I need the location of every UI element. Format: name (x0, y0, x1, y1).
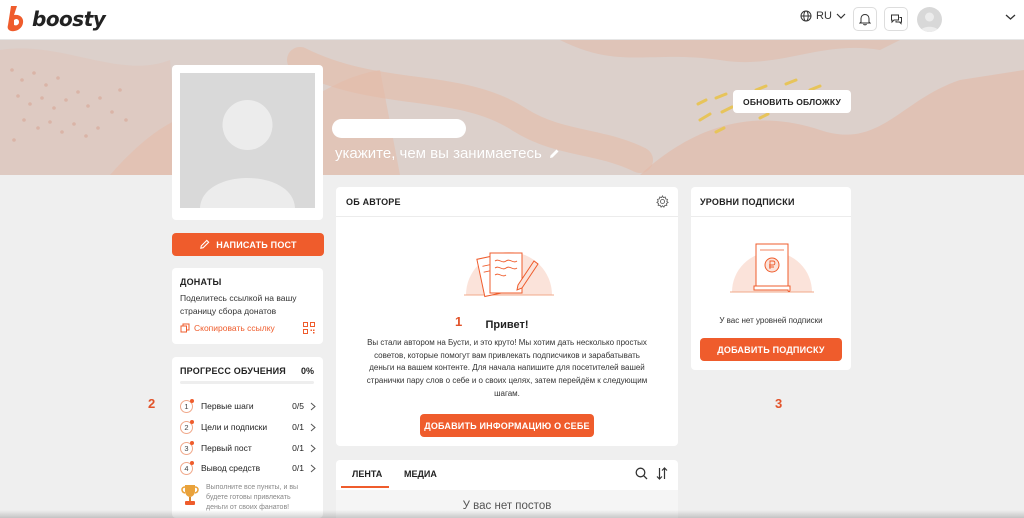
step-label: Вывод средств (201, 463, 261, 473)
about-author-header: ОБ АВТОРЕ (336, 187, 678, 217)
copy-link-label: Скопировать ссылку (194, 323, 275, 333)
user-avatar[interactable] (917, 7, 942, 32)
step-number: 2 (180, 419, 194, 434)
step-count: 0/1 (292, 422, 304, 432)
language-selector[interactable]: RU (800, 10, 846, 22)
step-label: Цели и подписки (201, 422, 268, 432)
chat-icon (890, 14, 902, 25)
ruble-document-illustration-icon (730, 243, 814, 293)
add-info-button[interactable]: ДОБАВИТЬ ИНФОРМАЦИЮ О СЕБЕ (420, 414, 594, 437)
occupation-field[interactable]: укажите, чем вы занимаетесь (335, 145, 560, 162)
step-count: 0/1 (292, 443, 304, 453)
progress-title: ПРОГРЕСС ОБУЧЕНИЯ (180, 366, 286, 376)
chevron-right-icon (310, 444, 316, 452)
tab-feed[interactable]: ЛЕНТА (352, 469, 382, 479)
boosty-logo-icon (7, 6, 24, 32)
progress-hint: Выполните все пункты, и вы будете готовы… (180, 483, 312, 513)
subscription-levels-card: УРОВНИ ПОДПИСКИ У вас нет уровней подпис… (691, 187, 851, 370)
notes-illustration-icon (464, 252, 554, 298)
step-count: 0/5 (292, 401, 304, 411)
pencil-icon (200, 239, 210, 249)
qr-code-icon[interactable] (303, 322, 315, 334)
profile-picture-card[interactable] (172, 65, 323, 220)
annotation-marker: 1 (455, 314, 463, 329)
subscription-levels-header: УРОВНИ ПОДПИСКИ (691, 187, 851, 217)
donations-text: Поделитесь ссылкой на вашу страницу сбор… (180, 293, 297, 316)
about-author-title: ОБ АВТОРЕ (346, 197, 401, 207)
progress-hint-text: Выполните все пункты, и вы будете готовы… (206, 484, 299, 511)
pencil-icon[interactable] (548, 148, 560, 160)
donations-card: ДОНАТЫ Поделитесь ссылкой на вашу страни… (172, 268, 323, 344)
sort-icon[interactable] (656, 467, 668, 480)
occupation-placeholder: укажите, чем вы занимаетесь (335, 145, 542, 162)
user-placeholder-icon (200, 100, 295, 208)
brand-name: boosty (32, 7, 106, 31)
copy-icon (180, 323, 190, 333)
progress-percent: 0% (300, 366, 314, 376)
update-cover-button[interactable]: ОБНОВИТЬ ОБЛОЖКУ (733, 90, 851, 113)
bell-icon (859, 13, 871, 25)
progress-step[interactable]: 4 Вывод средств 0/1 (180, 460, 316, 476)
chevron-down-icon[interactable] (1005, 13, 1016, 21)
user-placeholder-icon (920, 12, 939, 32)
chevron-right-icon (310, 402, 316, 410)
tab-media[interactable]: МЕДИА (404, 469, 437, 479)
chevron-right-icon (310, 423, 316, 431)
about-author-card: ОБ АВТОРЕ Привет! Вы стали автором на Бу… (336, 187, 678, 446)
add-subscription-button[interactable]: ДОБАВИТЬ ПОДПИСКУ (700, 338, 842, 361)
step-label: Первые шаги (201, 401, 254, 411)
about-hello-heading: Привет! (485, 319, 529, 331)
progress-bar (180, 381, 314, 384)
progress-step[interactable]: 1 Первые шаги 0/5 (180, 398, 316, 414)
step-number: 3 (180, 440, 194, 455)
progress-step[interactable]: 3 Первый пост 0/1 (180, 440, 316, 456)
step-label: Первый пост (201, 443, 252, 453)
donations-title: ДОНАТЫ (180, 277, 222, 287)
chevron-right-icon (310, 464, 316, 472)
logo[interactable]: boosty (6, 5, 106, 33)
chevron-down-icon (836, 13, 846, 19)
annotation-marker: 3 (775, 396, 783, 411)
gear-icon[interactable] (656, 195, 669, 208)
notifications-button[interactable] (853, 7, 877, 31)
globe-icon (800, 10, 812, 22)
subscription-levels-title: УРОВНИ ПОДПИСКИ (700, 197, 795, 207)
feed-tabs: ЛЕНТА МЕДИА (336, 460, 678, 490)
author-name-placeholder[interactable] (332, 119, 466, 138)
copy-link-button[interactable]: Скопировать ссылку (180, 323, 275, 333)
learning-progress-card: ПРОГРЕСС ОБУЧЕНИЯ 0% 1 Первые шаги 0/5 2… (172, 357, 323, 518)
write-post-button[interactable]: НАПИСАТЬ ПОСТ (172, 233, 324, 256)
active-tab-indicator (341, 486, 389, 488)
step-count: 0/1 (292, 463, 304, 473)
profile-picture-placeholder[interactable] (180, 73, 315, 208)
progress-step[interactable]: 2 Цели и подписки 0/1 (180, 419, 316, 435)
messages-button[interactable] (884, 7, 908, 31)
bottom-shadow (0, 510, 1024, 518)
write-post-label: НАПИСАТЬ ПОСТ (216, 239, 297, 250)
step-number: 1 (180, 398, 194, 413)
step-number: 4 (180, 460, 194, 475)
search-icon[interactable] (635, 467, 648, 480)
trophy-icon (181, 485, 199, 505)
no-levels-text: У вас нет уровней подписки (719, 316, 823, 325)
about-description: Вы стали автором на Бусти, и это круто! … (366, 338, 648, 398)
annotation-marker: 2 (148, 396, 156, 411)
language-label: RU (816, 10, 832, 22)
top-bar: boosty RU (0, 0, 1024, 40)
